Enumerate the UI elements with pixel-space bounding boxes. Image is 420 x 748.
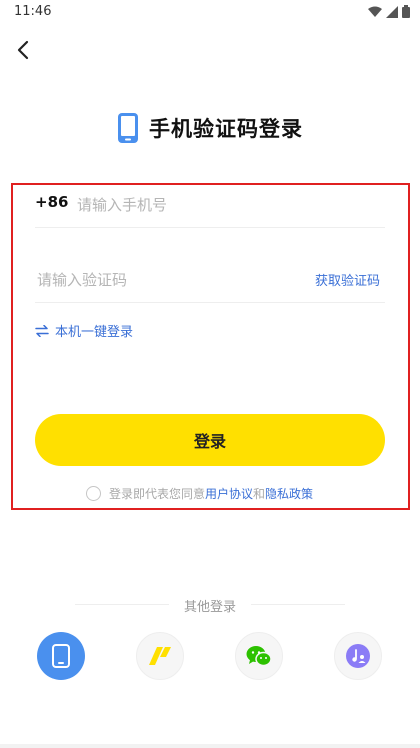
navigation-bar (0, 744, 420, 748)
agreement-and: 和 (253, 487, 266, 501)
other-login-label: 其他登录 (183, 600, 236, 615)
battery-icon (402, 5, 410, 18)
status-bar: 11:46 (0, 0, 420, 24)
yellow-app-login-button[interactable] (136, 632, 184, 680)
page-header: 手机验证码登录 (0, 112, 420, 144)
phone-row: +86 (35, 187, 385, 228)
user-agreement-link[interactable]: 用户协议 (205, 485, 253, 502)
onekey-login-label: 本机一键登录 (55, 325, 134, 340)
get-code-button[interactable]: 获取验证码 (315, 270, 380, 289)
other-login-divider: 其他登录 (75, 596, 345, 615)
signal-icon (386, 5, 398, 18)
wechat-login-button[interactable] (235, 632, 283, 680)
status-time: 11:46 (14, 4, 52, 19)
swap-icon (35, 324, 49, 337)
phone-login-button[interactable] (37, 632, 85, 680)
agreement-prefix: 登录即代表您同意 (109, 487, 206, 501)
country-code: +86 (35, 193, 69, 211)
login-button[interactable]: 登录 (35, 414, 385, 466)
back-arrow-icon (17, 40, 29, 60)
music-icon (346, 644, 370, 668)
phone-icon (52, 644, 70, 668)
back-button[interactable] (12, 38, 36, 62)
divider-line-right (251, 604, 345, 605)
verification-code-input[interactable] (35, 265, 269, 295)
page-title: 手机验证码登录 (149, 117, 303, 141)
privacy-policy-link[interactable]: 隐私政策 (265, 485, 313, 502)
mobile-phone-icon (118, 113, 138, 143)
onekey-login-link[interactable]: 本机一键登录 (35, 321, 133, 340)
music-login-button[interactable] (334, 632, 382, 680)
phone-input[interactable] (75, 190, 369, 220)
login-button-label: 登录 (193, 432, 226, 451)
code-row: 获取验证码 (35, 262, 385, 303)
wechat-icon (246, 646, 272, 667)
yellow-app-icon (149, 647, 171, 665)
wifi-icon (368, 6, 382, 17)
agreement-checkbox[interactable] (86, 486, 101, 501)
status-icons (368, 5, 410, 18)
agreement-row: 登录即代表您同意 用户协议 和 隐私政策 (86, 485, 313, 502)
